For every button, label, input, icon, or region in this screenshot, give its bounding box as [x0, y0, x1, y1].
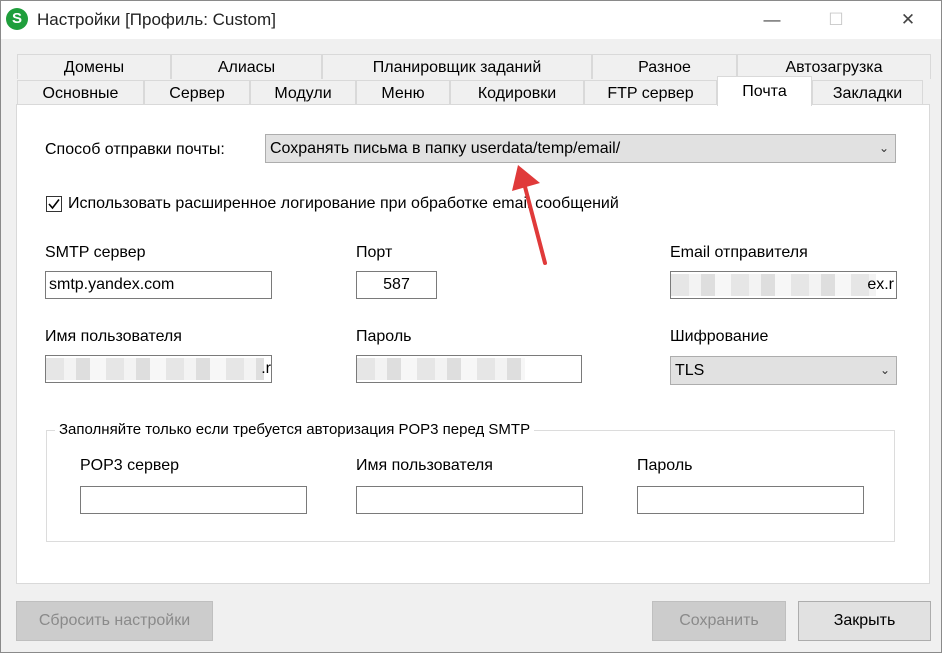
- port-input[interactable]: 587: [356, 271, 437, 299]
- close-button[interactable]: Закрыть: [798, 601, 931, 641]
- annotation-arrow-icon: [512, 165, 547, 265]
- password-label: Пароль: [356, 328, 412, 345]
- pop3-username-label: Имя пользователя: [356, 457, 493, 474]
- tab-encodings[interactable]: Кодировки: [450, 80, 584, 105]
- pop3-password-input[interactable]: [637, 486, 864, 514]
- pop3-group-title: Заполняйте только если требуется авториз…: [55, 421, 535, 438]
- tab-domains[interactable]: Домены: [17, 54, 171, 79]
- send-method-label: Способ отправки почты:: [45, 141, 225, 158]
- logging-checkbox[interactable]: [46, 196, 62, 212]
- tab-modules[interactable]: Модули: [250, 80, 356, 105]
- smtp-server-label: SMTP сервер: [45, 244, 146, 261]
- username-visible-tail: .r: [261, 360, 271, 377]
- tab-server[interactable]: Сервер: [144, 80, 250, 105]
- sender-email-input[interactable]: ex.r: [670, 271, 897, 299]
- sender-email-visible-tail: ex.r: [867, 276, 894, 293]
- encryption-value: TLS: [675, 362, 705, 379]
- mail-settings-panel: Способ отправки почты: Сохранять письма …: [16, 104, 930, 584]
- chevron-down-icon: ⌄: [879, 363, 890, 377]
- window-title: Настройки [Профиль: Custom]: [37, 10, 276, 29]
- send-method-select[interactable]: Сохранять письма в папку userdata/temp/e…: [265, 134, 896, 163]
- tab-general[interactable]: Основные: [17, 80, 144, 105]
- close-window-button[interactable]: ✕: [885, 1, 931, 39]
- encryption-label: Шифрование: [670, 328, 769, 345]
- tab-misc[interactable]: Разное: [592, 54, 737, 79]
- sender-email-label: Email отправителя: [670, 244, 808, 261]
- minimize-button[interactable]: —: [749, 1, 795, 39]
- redacted-value: [357, 358, 525, 380]
- redacted-value: [46, 358, 264, 380]
- app-logo-icon: S: [6, 8, 28, 30]
- save-button[interactable]: Сохранить: [652, 601, 786, 641]
- tab-scheduler[interactable]: Планировщик заданий: [322, 54, 592, 79]
- username-input[interactable]: .r: [45, 355, 272, 383]
- maximize-button: ☐: [828, 10, 844, 29]
- chevron-down-icon: ⌄: [878, 141, 889, 155]
- smtp-server-input[interactable]: smtp.yandex.com: [45, 271, 272, 299]
- pop3-password-label: Пароль: [637, 457, 693, 474]
- tab-mail[interactable]: Почта: [717, 76, 812, 106]
- settings-window: S Настройки [Профиль: Custom] — ☐ ✕ Доме…: [0, 0, 942, 653]
- password-input[interactable]: [356, 355, 582, 383]
- tab-menu[interactable]: Меню: [356, 80, 450, 105]
- pop3-group: Заполняйте только если требуется авториз…: [46, 421, 895, 542]
- username-label: Имя пользователя: [45, 328, 182, 345]
- pop3-username-input[interactable]: [356, 486, 583, 514]
- title-bar: S Настройки [Профиль: Custom] — ☐ ✕: [1, 1, 941, 39]
- checkmark-icon: [48, 199, 60, 210]
- send-method-value: Сохранять письма в папку userdata/temp/e…: [270, 140, 621, 157]
- pop3-server-input[interactable]: [80, 486, 307, 514]
- encryption-select[interactable]: TLS ⌄: [670, 356, 897, 385]
- tab-bookmarks[interactable]: Закладки: [812, 80, 923, 105]
- reset-settings-button[interactable]: Сбросить настройки: [16, 601, 213, 641]
- tab-ftp-server[interactable]: FTP сервер: [584, 80, 717, 105]
- port-label: Порт: [356, 244, 393, 261]
- redacted-value: [671, 274, 876, 296]
- pop3-server-label: POP3 сервер: [80, 457, 180, 474]
- tab-aliases[interactable]: Алиасы: [171, 54, 322, 79]
